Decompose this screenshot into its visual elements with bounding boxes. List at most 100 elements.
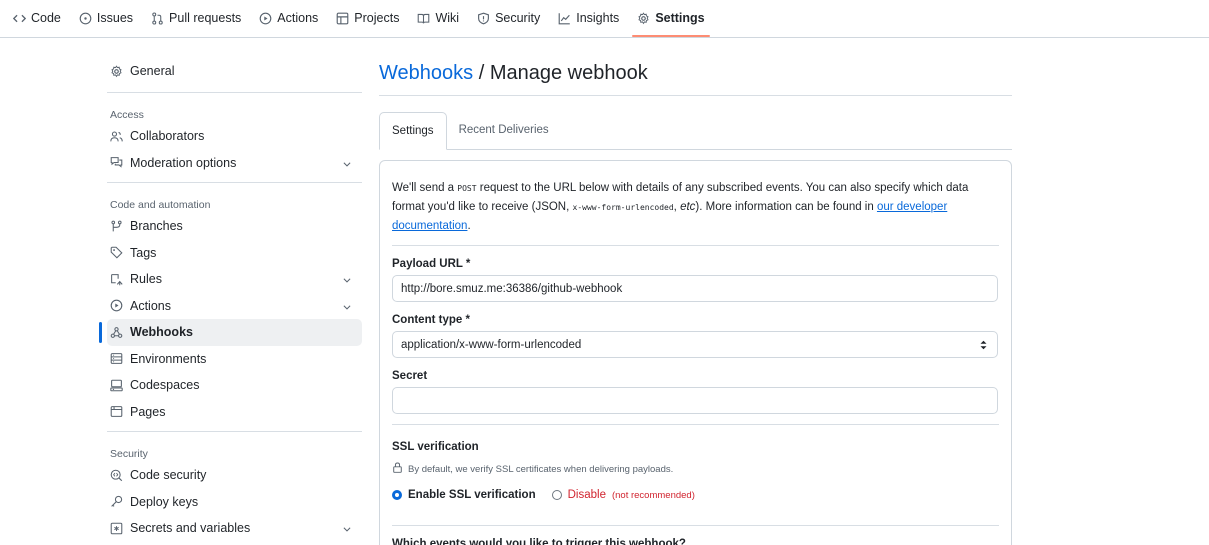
nav-security[interactable]: Security (468, 0, 549, 36)
sidebar-item-secrets[interactable]: Secrets and variables (107, 515, 362, 542)
nav-pull-requests[interactable]: Pull requests (142, 0, 250, 36)
sidebar-item-moderation[interactable]: Moderation options (107, 150, 362, 177)
intro-post-code: POST (457, 184, 477, 193)
sidebar-divider (107, 92, 362, 93)
events-question: Which events would you like to trigger t… (392, 525, 999, 545)
webhook-form: We'll send a POST request to the URL bel… (379, 160, 1012, 545)
sidebar-item-webhooks[interactable]: Webhooks (99, 319, 362, 346)
issue-opened-icon (79, 12, 92, 25)
sidebar-item-label: Branches (130, 219, 183, 234)
webhook-icon (110, 326, 123, 339)
sidebar-item-collaborators[interactable]: Collaborators (107, 123, 362, 150)
nav-projects[interactable]: Projects (327, 0, 408, 36)
content-type-label: Content type * (392, 314, 470, 326)
ssl-disable-radio[interactable] (551, 490, 562, 500)
sidebar-item-label: Environments (130, 351, 207, 366)
intro-etc: etc (680, 201, 696, 213)
key-icon (110, 495, 123, 508)
sidebar-item-environments[interactable]: Environments (107, 346, 362, 373)
ssl-enable-label[interactable]: Enable SSL verification (408, 489, 536, 501)
sidebar-item-label: Rules (130, 272, 162, 287)
nav-wiki[interactable]: Wiki (408, 0, 468, 36)
secret-input[interactable] (392, 387, 998, 414)
gear-icon (110, 64, 123, 78)
sidebar-heading-code: Code and automation (110, 199, 211, 211)
repo-push-icon (110, 273, 123, 286)
page-title: Webhooks / Manage webhook (379, 56, 1012, 96)
play-icon (110, 299, 123, 312)
server-icon (110, 352, 123, 365)
intro-text-part: ). More information can be found in (695, 201, 877, 213)
nav-settings[interactable]: Settings (628, 0, 713, 37)
nav-issues[interactable]: Issues (70, 0, 142, 36)
ssl-note-text: By default, we verify SSL certificates w… (408, 463, 674, 475)
ssl-enable-radio[interactable] (392, 490, 402, 500)
nav-pull-requests-label: Pull requests (169, 11, 242, 25)
sidebar-item-label: Codespaces (130, 378, 200, 393)
sidebar-item-branches[interactable]: Branches (107, 213, 362, 240)
sidebar-item-actions[interactable]: Actions (107, 293, 362, 320)
nav-security-label: Security (495, 11, 541, 25)
content-type-select[interactable]: application/x-www-form-urlencoded (392, 331, 998, 358)
sidebar-item-pages[interactable]: Pages (107, 399, 362, 426)
lock-icon (392, 462, 403, 476)
nav-actions[interactable]: Actions (250, 0, 327, 36)
ssl-verification-title: SSL verification (392, 441, 479, 453)
shield-icon (477, 12, 490, 25)
sidebar-item-label: Moderation options (130, 155, 237, 170)
secret-label: Secret (392, 370, 428, 382)
payload-url-input[interactable]: http://bore.smuz.me:36386/github-webhook (392, 275, 998, 302)
sidebar-item-deploy-keys[interactable]: Deploy keys (107, 489, 362, 516)
nav-actions-label: Actions (277, 11, 319, 25)
chevron-down-icon (342, 158, 352, 172)
git-branch-icon (110, 220, 123, 233)
chevron-down-icon (342, 301, 352, 315)
people-icon (110, 130, 123, 143)
sidebar-item-code-security[interactable]: Code security (107, 462, 362, 489)
sidebar-item-tags[interactable]: Tags (107, 240, 362, 267)
tab-recent-deliveries[interactable]: Recent Deliveries (447, 111, 561, 149)
table-icon (336, 12, 349, 25)
sidebar-item-label: Secrets and variables (130, 521, 251, 536)
settings-sidebar: General Access Collaborators Moderation … (99, 56, 362, 542)
breadcrumb-webhooks-link[interactable]: Webhooks (379, 62, 473, 84)
nav-settings-label: Settings (655, 11, 705, 25)
codescan-icon (110, 469, 123, 482)
nav-projects-label: Projects (354, 11, 400, 25)
intro-form-code: x-www-form-urlencoded (572, 203, 674, 212)
ssl-disable-label[interactable]: Disable (568, 489, 606, 501)
sidebar-item-codespaces[interactable]: Codespaces (107, 372, 362, 399)
main-content: Webhooks / Manage webhook Settings Recen… (379, 56, 1012, 545)
sidebar-heading-security: Security (110, 448, 148, 460)
chevron-down-icon (342, 523, 352, 537)
select-arrows-icon (979, 339, 988, 354)
sidebar-heading-access: Access (110, 109, 144, 121)
chevron-down-icon (342, 274, 352, 288)
nav-insights-label: Insights (576, 11, 620, 25)
repo-navigation: Code Issues Pull requests Actions Projec… (0, 0, 1209, 38)
webhook-tabs: Settings Recent Deliveries (379, 112, 1012, 150)
sidebar-item-label: Webhooks (130, 325, 193, 340)
nav-insights[interactable]: Insights (549, 0, 628, 36)
sidebar-divider (107, 431, 362, 432)
gear-icon (637, 11, 650, 25)
nav-code[interactable]: Code (4, 0, 70, 36)
nav-issues-label: Issues (96, 11, 134, 25)
sidebar-item-rules[interactable]: Rules (107, 266, 362, 293)
codespaces-icon (110, 379, 123, 392)
sidebar-item-label: Actions (130, 298, 171, 313)
graph-icon (558, 12, 571, 25)
payload-url-value: http://bore.smuz.me:36386/github-webhook (401, 282, 623, 295)
tab-settings[interactable]: Settings (379, 112, 447, 150)
sidebar-item-general[interactable]: General (107, 56, 362, 86)
nav-code-label: Code (31, 11, 61, 25)
key-asterisk-icon (110, 522, 123, 535)
breadcrumb-separator: / (473, 62, 490, 84)
ssl-radio-group: Enable SSL verification Disable (not rec… (392, 489, 999, 501)
sidebar-item-label: Collaborators (130, 129, 205, 144)
sidebar-item-label: Code security (130, 468, 207, 483)
form-divider (392, 424, 999, 425)
nav-wiki-label: Wiki (435, 11, 460, 25)
intro-text-part: We'll send a (392, 182, 458, 194)
sidebar-item-label: Tags (130, 245, 157, 260)
